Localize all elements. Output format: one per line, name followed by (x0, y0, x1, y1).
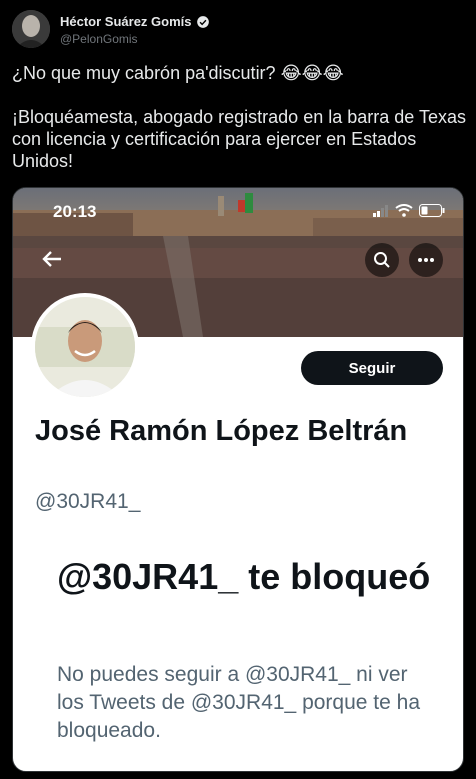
tweet-header: Héctor Suárez Gomís @PelonGomis (0, 0, 476, 60)
search-button[interactable] (365, 243, 399, 277)
wifi-icon (395, 204, 413, 217)
author-name[interactable]: Héctor Suárez Gomís (60, 14, 192, 29)
search-icon (374, 252, 390, 268)
tweet-media-image[interactable]: 20:13 Seguir José Ramón López Beltrán @3… (12, 187, 464, 772)
author-handle[interactable]: @PelonGomis (60, 32, 138, 46)
signal-icon (373, 204, 388, 217)
tweet-text-line1: ¿No que muy cabrón pa'discutir? 😂😂😂 (12, 63, 344, 83)
profile-handle: @30JR41_ (35, 490, 141, 513)
author-avatar[interactable] (12, 10, 50, 48)
back-arrow-icon[interactable] (37, 244, 67, 274)
more-options-button[interactable] (409, 243, 443, 277)
more-icon (418, 258, 434, 262)
tweet-text: ¿No que muy cabrón pa'discutir? 😂😂😂 ¡Blo… (12, 62, 467, 172)
tweet-text-line2: ¡Bloquéamesta, abogado registrado en la … (12, 107, 466, 171)
status-icons (373, 204, 445, 217)
blocked-description: No puedes seguir a @30JR41_ ni ver los T… (57, 663, 420, 742)
profile-name: José Ramón López Beltrán (35, 415, 408, 447)
profile-avatar (31, 293, 139, 401)
verified-badge-icon (196, 15, 209, 28)
battery-icon (419, 204, 445, 217)
status-time: 20:13 (53, 202, 97, 221)
blocked-title: @30JR41_ te bloqueó (57, 556, 431, 597)
follow-button[interactable]: Seguir (301, 351, 443, 385)
profile-photo (35, 297, 135, 397)
